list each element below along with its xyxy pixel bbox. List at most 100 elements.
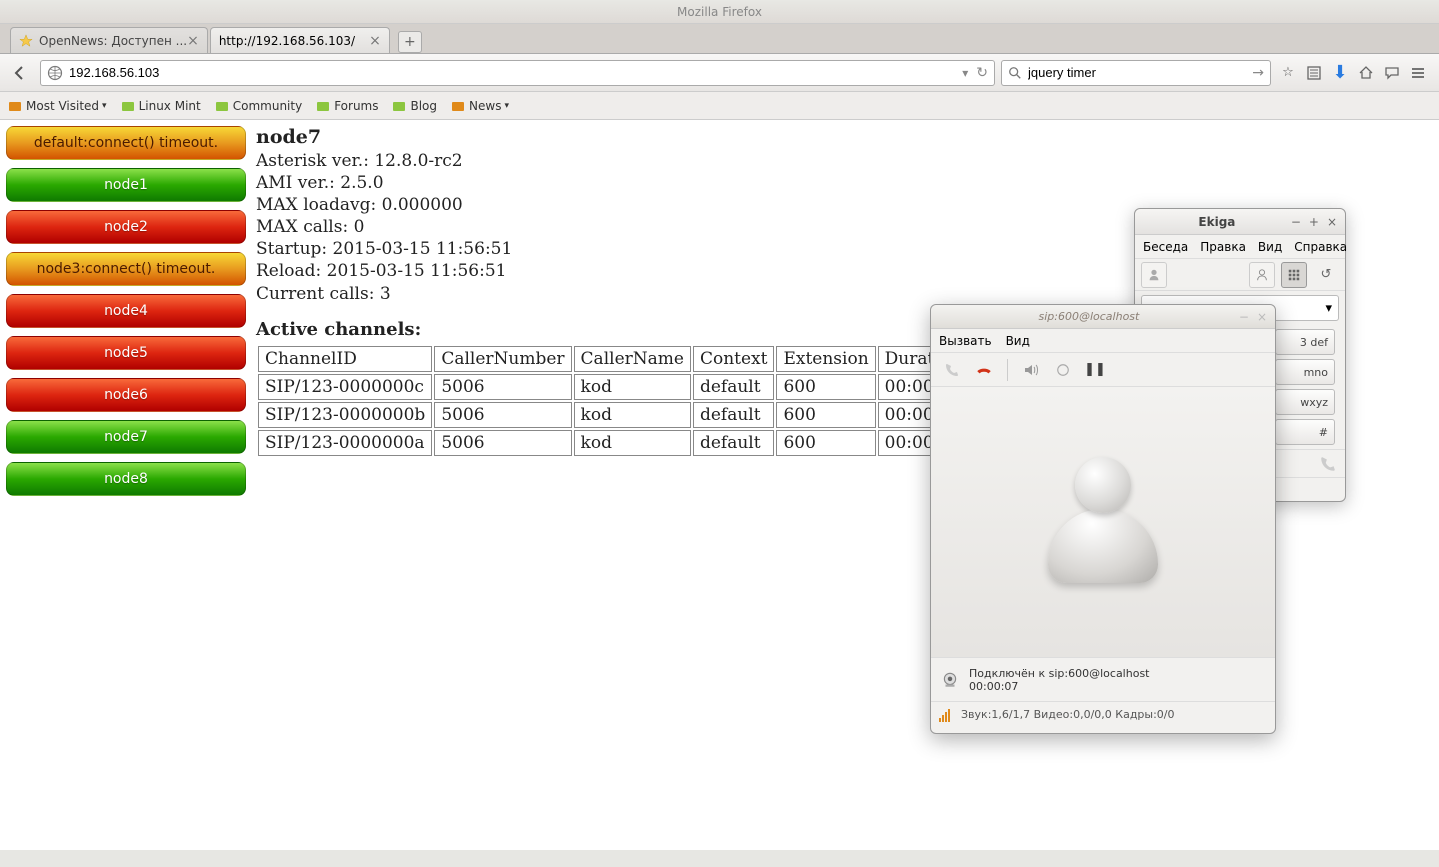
bookmark-item[interactable]: News▾ xyxy=(451,99,509,113)
minimize-icon[interactable]: − xyxy=(1239,310,1249,324)
hangup-icon[interactable] xyxy=(971,357,997,383)
history-icon[interactable]: ↺ xyxy=(1313,262,1339,288)
ekiga-menu-item[interactable]: Правка xyxy=(1200,240,1246,254)
home-icon[interactable] xyxy=(1353,60,1379,86)
pause-icon[interactable]: ❚❚ xyxy=(1082,357,1108,383)
os-titlebar: Mozilla Firefox xyxy=(0,0,1439,24)
ekiga-menu-item[interactable]: Вид xyxy=(1258,240,1282,254)
close-icon[interactable]: × xyxy=(1327,215,1337,229)
webcam-icon xyxy=(941,671,959,689)
close-tab-icon[interactable]: × xyxy=(369,33,381,49)
dialpad-key[interactable]: # xyxy=(1275,419,1335,445)
chat-icon[interactable] xyxy=(1379,60,1405,86)
contact-icon[interactable] xyxy=(1249,262,1275,288)
asterisk-version: Asterisk ver.: 12.8.0-rc2 xyxy=(256,150,1032,172)
sip-title-text: sip:600@localhost xyxy=(939,310,1239,323)
node-button[interactable]: default:connect() timeout. xyxy=(6,126,246,160)
bookmarks-list-icon[interactable] xyxy=(1301,60,1327,86)
bookmark-item[interactable]: Blog xyxy=(392,99,437,113)
sip-stats-bar: Звук:1,6/1,7 Видео:0,0/0,0 Кадры:0/0 xyxy=(931,701,1275,727)
presence-icon[interactable] xyxy=(1141,262,1167,288)
node-button[interactable]: node4 xyxy=(6,294,246,328)
bookmark-item[interactable]: Forums xyxy=(316,99,378,113)
table-cell: SIP/123-0000000c xyxy=(258,374,432,400)
node-info-panel: node7 Asterisk ver.: 12.8.0-rc2 AMI ver.… xyxy=(256,126,1032,458)
bookmark-label: Forums xyxy=(334,99,378,113)
dialpad-icon[interactable] xyxy=(1281,262,1307,288)
bookmark-label: Linux Mint xyxy=(139,99,201,113)
call-icon[interactable] xyxy=(939,357,965,383)
sip-titlebar[interactable]: sip:600@localhost − × xyxy=(931,305,1275,329)
sip-menu-item[interactable]: Вид xyxy=(1006,334,1030,348)
channels-table: ChannelIDCallerNumberCallerNameContextEx… xyxy=(256,344,1032,458)
sip-call-window[interactable]: sip:600@localhost − × Вызвать Вид ❚❚ Подк… xyxy=(930,304,1276,734)
table-cell: default xyxy=(693,430,775,456)
node-title: node7 xyxy=(256,126,1032,148)
dialpad-key[interactable]: 3 def xyxy=(1275,329,1335,355)
url-input[interactable] xyxy=(69,65,958,80)
bookmark-item[interactable]: Most Visited▾ xyxy=(8,99,107,113)
menu-icon[interactable] xyxy=(1405,60,1431,86)
window-title: Mozilla Firefox xyxy=(677,5,762,19)
search-bar[interactable]: → xyxy=(1001,60,1271,86)
sip-menu-item[interactable]: Вызвать xyxy=(939,334,992,348)
search-go-icon[interactable]: → xyxy=(1252,65,1264,81)
maximize-icon[interactable]: + xyxy=(1309,215,1319,229)
hold-icon[interactable] xyxy=(1050,357,1076,383)
close-tab-icon[interactable]: × xyxy=(187,33,199,49)
signal-icon xyxy=(939,708,953,722)
history-dropdown-icon[interactable]: ▾ xyxy=(962,66,968,80)
toolbar-icons: ☆ ⬇ xyxy=(1275,60,1431,86)
reload-icon[interactable]: ↻ xyxy=(976,65,988,81)
table-cell: 5006 xyxy=(434,430,571,456)
node-button[interactable]: node2 xyxy=(6,210,246,244)
downloads-icon[interactable]: ⬇ xyxy=(1327,60,1353,86)
search-input[interactable] xyxy=(1028,65,1252,80)
bookmark-item[interactable]: Linux Mint xyxy=(121,99,201,113)
bookmark-toolbar: Most Visited▾ Linux Mint Community Forums Bl… xyxy=(0,92,1439,120)
sip-connection-info: Подключён к sip:600@localhost 00:00:07 xyxy=(931,657,1275,701)
ekiga-titlebar[interactable]: Ekiga − + × xyxy=(1135,209,1345,235)
avatar-placeholder-icon xyxy=(1048,457,1158,587)
table-cell: 600 xyxy=(776,430,875,456)
tab-192-168-56-103[interactable]: http://192.168.56.103/ × xyxy=(210,27,390,53)
node-button[interactable]: node3:connect() timeout. xyxy=(6,252,246,286)
url-bar[interactable]: ▾ ↻ xyxy=(40,60,995,86)
bookmark-folder-icon xyxy=(121,99,135,113)
ekiga-title-text: Ekiga xyxy=(1143,215,1291,229)
speaker-icon[interactable] xyxy=(1018,357,1044,383)
bookmark-folder-icon xyxy=(392,99,406,113)
node-button[interactable]: node5 xyxy=(6,336,246,370)
node-button[interactable]: node8 xyxy=(6,462,246,496)
table-cell: 5006 xyxy=(434,374,571,400)
minimize-icon[interactable]: − xyxy=(1291,215,1301,229)
back-icon xyxy=(12,65,28,81)
phone-icon[interactable] xyxy=(1319,455,1337,473)
bookmark-folder-icon xyxy=(8,99,22,113)
tab-label: OpenNews: Доступен ... xyxy=(39,34,187,48)
ekiga-menu-item[interactable]: Беседа xyxy=(1143,240,1188,254)
sip-toolbar: ❚❚ xyxy=(931,353,1275,387)
node-button[interactable]: node1 xyxy=(6,168,246,202)
table-cell: 5006 xyxy=(434,402,571,428)
tab-opennews[interactable]: OpenNews: Доступен ... × xyxy=(10,27,208,53)
bookmark-star-icon[interactable]: ☆ xyxy=(1275,60,1301,86)
max-calls: MAX calls: 0 xyxy=(256,216,1032,238)
node-list: default:connect() timeout. node1 node2 node… xyxy=(6,126,246,504)
dialpad-key[interactable]: wxyz xyxy=(1275,389,1335,415)
close-icon[interactable]: × xyxy=(1257,310,1267,324)
new-tab-button[interactable]: + xyxy=(398,31,422,53)
ekiga-menu-item[interactable]: Справка xyxy=(1294,240,1347,254)
dialpad-key[interactable]: mno xyxy=(1275,359,1335,385)
table-row: SIP/123-0000000c5006koddefault60000:00:0… xyxy=(258,374,1030,400)
node-button[interactable]: node7 xyxy=(6,420,246,454)
bookmark-item[interactable]: Community xyxy=(215,99,302,113)
connected-label: Подключён к sip:600@localhost xyxy=(969,667,1150,680)
back-button[interactable] xyxy=(8,61,32,85)
node-button[interactable]: node6 xyxy=(6,378,246,412)
table-cell: default xyxy=(693,402,775,428)
chevron-down-icon: ▾ xyxy=(1325,301,1332,316)
sip-menu-bar: Вызвать Вид xyxy=(931,329,1275,353)
separator xyxy=(1007,359,1008,381)
startup-time: Startup: 2015-03-15 11:56:51 xyxy=(256,238,1032,260)
